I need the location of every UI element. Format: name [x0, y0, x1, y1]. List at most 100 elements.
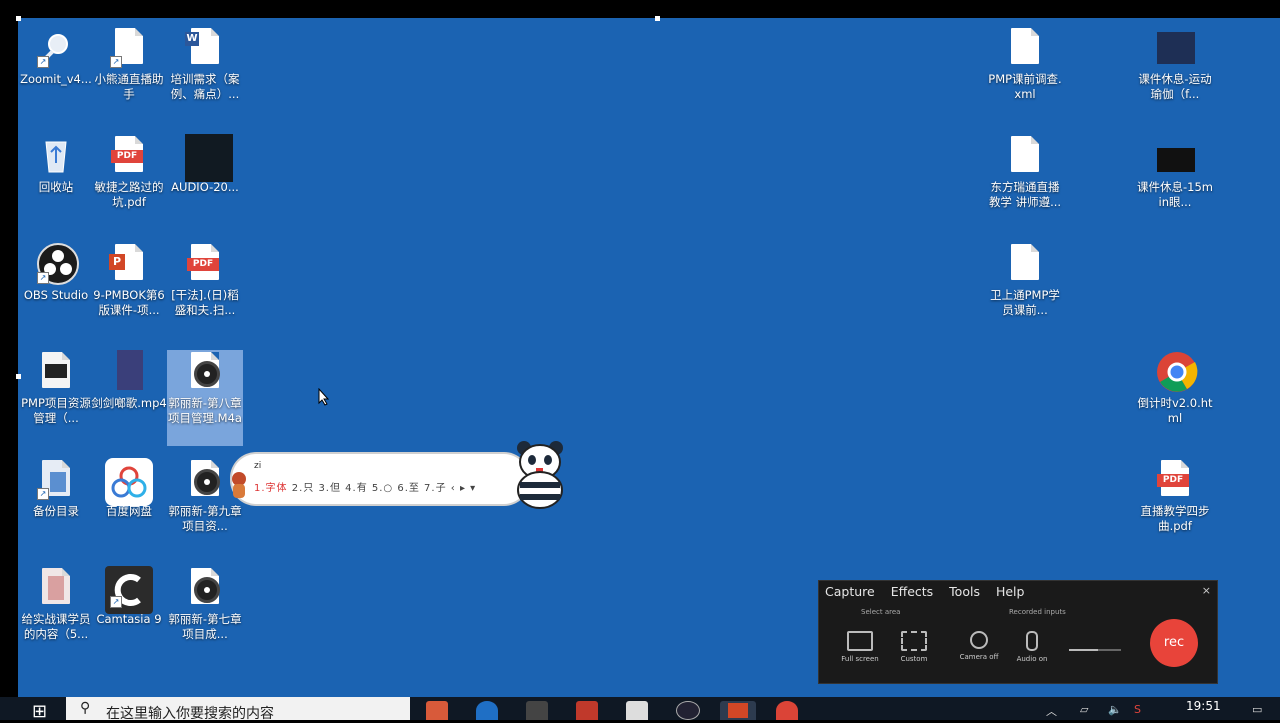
desktop-icon-mp4[interactable]: 剑剑啷歌.mp4 — [91, 350, 167, 411]
audio-level-slider[interactable] — [1069, 649, 1121, 651]
desktop-icon-label: 课件休息-运动瑜伽（f... — [1138, 72, 1212, 101]
clock-app-icon[interactable] — [676, 701, 700, 720]
selection-handle[interactable] — [655, 16, 660, 21]
desktop-icon-pmbok[interactable]: P 9-PMBOK第6版课件-项... — [91, 242, 167, 318]
audio-file-icon — [185, 566, 225, 610]
menu-capture[interactable]: Capture — [825, 584, 875, 599]
desktop-icon-backup-folder[interactable]: ↗ 备份目录 — [18, 458, 94, 519]
desktop-icon-chapter8-audio[interactable]: 郭丽新-第八章 项目管理.M4a — [167, 350, 243, 446]
desktop-icon-label: [干法].(日)稻盛和夫.扫... — [171, 288, 239, 317]
desktop-icon-label: 回收站 — [38, 180, 74, 194]
video-thumbnail-icon — [109, 350, 149, 394]
desktop-icon-practice-content[interactable]: 给实战课学员的内容（5... — [18, 566, 94, 642]
desktop-icon-training-needs[interactable]: W 培训需求（案例、痛点）... — [167, 26, 243, 102]
desktop-icon-countdown[interactable]: 倒计时v2.0.html — [1137, 350, 1213, 426]
camera-toggle-button[interactable]: Camera off — [954, 631, 1004, 661]
desktop-icon-break-yoga[interactable]: 课件休息-运动瑜伽（f... — [1137, 26, 1213, 102]
audio-level-fill — [1069, 649, 1098, 651]
taskbar-clock[interactable]: 19:51 — [1186, 699, 1221, 713]
volume-icon[interactable]: 🔈 — [1108, 703, 1122, 716]
desktop-icon-label: 郭丽新-第九章 项目资... — [168, 504, 242, 533]
desktop-icon-label: 备份目录 — [33, 504, 79, 518]
desktop-icon-label: 9-PMBOK第6版课件-项... — [93, 288, 165, 317]
desktop-icon-audio[interactable]: AUDIO-20... — [167, 134, 243, 195]
powerpoint-app-icon[interactable] — [720, 701, 756, 720]
pet-input-bubble[interactable]: zi 1.字体 2.只 3.但 4.有 5.○ 6.至 7.子 ‹ ▸ ▾ — [232, 454, 528, 504]
tray-chevron-icon[interactable]: ︿ — [1046, 703, 1057, 719]
shortcut-arrow-icon: ↗ — [110, 596, 122, 608]
ime-first-candidate: 1.字体 — [254, 483, 288, 494]
desktop-icon-label: 百度网盘 — [106, 504, 152, 518]
blank-file-icon: ↗ — [109, 26, 149, 70]
small-pet-icon — [232, 472, 246, 498]
word-file-icon: W — [185, 26, 225, 70]
desktop-icon-label: 剑剑啷歌.mp4 — [91, 396, 167, 410]
selection-handle[interactable] — [16, 16, 21, 21]
windows-start-icon[interactable]: ⊞ — [32, 701, 47, 722]
desktop-icon-label: PMP课前调查.xml — [988, 72, 1062, 101]
audio-file-icon — [185, 458, 225, 502]
baidu-netdisk-icon — [105, 458, 153, 506]
menu-help[interactable]: Help — [996, 584, 1025, 599]
desktop-icon-xiaoxiong[interactable]: ↗ 小熊通直播助手 — [91, 26, 167, 102]
desktop-icon-chapter7-audio[interactable]: 郭丽新-第七章 项目成... — [167, 566, 243, 642]
ime-candidate-list[interactable]: 1.字体 2.只 3.但 4.有 5.○ 6.至 7.子 ‹ ▸ ▾ — [254, 479, 476, 494]
desktop-icon-label: OBS Studio — [23, 288, 89, 302]
desktop-icon-pmp-survey[interactable]: PMP课前调查.xml — [987, 26, 1063, 102]
archive-file-icon — [36, 566, 76, 610]
desktop-icon-baidu-netdisk[interactable]: 百度网盘 — [91, 458, 167, 519]
desktop-icon-pmp-resource[interactable]: PMP项目资源管理（... — [18, 350, 94, 426]
menu-tools[interactable]: Tools — [949, 584, 980, 599]
desktop-icon-label: 小熊通直播助手 — [94, 72, 164, 101]
blank-file-icon — [1005, 26, 1045, 70]
recorder-close-button[interactable]: × — [1202, 584, 1211, 597]
edge-app-icon[interactable] — [476, 701, 498, 720]
obs-logo-icon: ↗ — [36, 242, 79, 286]
blank-file-icon — [1005, 242, 1045, 286]
menu-effects[interactable]: Effects — [891, 584, 934, 599]
text-file-icon — [1005, 134, 1045, 178]
desktop-icon-zoomit[interactable]: ↗ Zoomit_v4... — [18, 26, 94, 87]
desktop-icon-label: 敏捷之路过的坑.pdf — [94, 180, 164, 209]
desktop-icon-camtasia[interactable]: ↗ Camtasia 9 — [91, 566, 167, 627]
desktop-icon-label: 卫上通PMP学员课前... — [990, 288, 1060, 317]
ime-indicator-icon[interactable]: S — [1134, 703, 1141, 716]
shortcut-arrow-icon: ↗ — [110, 56, 122, 68]
rec-button[interactable]: rec — [1150, 619, 1198, 667]
folder-shortcut-icon: ↗ — [36, 458, 76, 502]
shortcut-arrow-icon: ↗ — [37, 272, 49, 284]
custom-label: Custom — [900, 655, 928, 663]
camtasia-logo-icon: ↗ — [105, 566, 153, 614]
audio-label: Audio on — [1016, 655, 1048, 663]
desktop-icon-label: 课件休息-15min眼... — [1137, 180, 1213, 209]
desktop-icon-teaching-rules[interactable]: 东方瑞通直播教学 讲师遵... — [987, 134, 1063, 210]
chrome-html-icon — [1155, 350, 1198, 394]
camtasia-app-icon[interactable] — [526, 701, 548, 720]
audio-toggle-button[interactable]: Audio on — [1007, 631, 1057, 663]
desktop-icon-label: Camtasia 9 — [96, 612, 162, 626]
microphone-icon — [1026, 631, 1038, 651]
shortcut-arrow-icon: ↗ — [37, 488, 49, 500]
full-screen-button[interactable]: Full screen — [835, 631, 885, 663]
chrome-app-icon[interactable] — [776, 701, 798, 720]
desktop-icon-live-steps-pdf[interactable]: PDF 直播教学四步曲.pdf — [1137, 458, 1213, 534]
desktop-icon-inamori-pdf[interactable]: PDF [干法].(日)稻盛和夫.扫... — [167, 242, 243, 318]
desktop-icon-label: 郭丽新-第八章 项目管理.M4a — [168, 396, 242, 425]
network-icon[interactable]: ▱ — [1080, 703, 1088, 716]
custom-area-button[interactable]: Custom — [889, 631, 939, 663]
webcam-icon — [970, 631, 988, 649]
camtasia-recorder-app-icon[interactable] — [576, 701, 598, 720]
taskbar-search-box[interactable]: ⚲ 在这里输入你要搜索的内容 — [66, 697, 410, 722]
notifications-icon[interactable]: ▭ — [1252, 703, 1262, 716]
folder-app-icon[interactable] — [426, 701, 448, 720]
desktop-icon-agile-pdf[interactable]: PDF 敏捷之路过的坑.pdf — [91, 134, 167, 210]
desktop-icon-break-eye[interactable]: 课件休息-15min眼... — [1137, 134, 1213, 210]
pet-app-icon[interactable] — [626, 701, 648, 720]
pdf-file-icon: PDF — [109, 134, 149, 178]
desktop-icon-pmp-students[interactable]: 卫上通PMP学员课前... — [987, 242, 1063, 318]
desktop: ↗ Zoomit_v4... 回收站 ↗ OBS Studio PMP项目资源管… — [18, 18, 1280, 697]
desktop-icon-recycle-bin[interactable]: 回收站 — [18, 134, 94, 195]
selection-handle[interactable] — [16, 374, 21, 379]
desktop-icon-obs-studio[interactable]: ↗ OBS Studio — [18, 242, 94, 303]
desktop-icon-label: 培训需求（案例、痛点）... — [170, 72, 240, 101]
